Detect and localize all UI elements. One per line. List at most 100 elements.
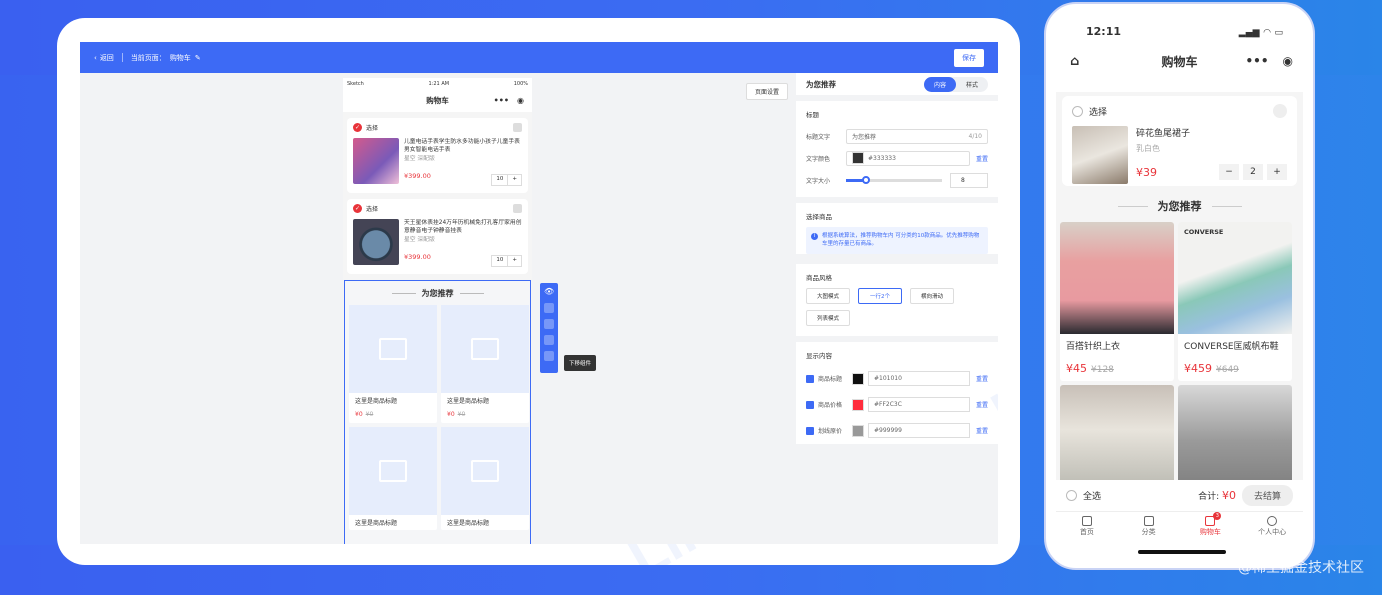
- product-card[interactable]: 这里是商品标题 ¥0 ¥0: [349, 305, 437, 423]
- title-text-input[interactable]: 为您推荐 4/10: [846, 128, 988, 144]
- trash-icon[interactable]: [513, 123, 522, 132]
- tab-cart[interactable]: 3 购物车: [1180, 512, 1242, 541]
- chevron-left-icon: ‹: [94, 53, 97, 62]
- save-button[interactable]: 保存: [954, 48, 984, 67]
- recommend-component[interactable]: 为您推荐 这里是商品标题 ¥0 ¥0 这里是商品标题 ¥0 ¥0 这里是商品标题…: [344, 280, 531, 544]
- reset-button[interactable]: 重置: [976, 154, 988, 163]
- product-spec: 星空 深配版: [404, 155, 435, 162]
- minus-icon[interactable]: −: [1219, 164, 1239, 180]
- style-option[interactable]: 列表模式: [806, 309, 850, 326]
- heading-section: 标题 标题文字 为您推荐 4/10 文字颜色 #333333 重置 文字大小 8: [796, 101, 998, 197]
- grid-icon: [1143, 516, 1154, 526]
- phone-status-bar: 12:11 ▂▄▆ ◠ ▭: [1086, 25, 1283, 38]
- product-card[interactable]: 百搭针织上衣 ¥45 ¥128: [1060, 222, 1174, 381]
- source-watermark: @稀土掘金技术社区: [1238, 560, 1364, 576]
- eye-icon[interactable]: 👁: [544, 287, 554, 297]
- product-image: CONVERSE: [1178, 222, 1292, 334]
- preview-phone: Sketch 1:21 AM 100% 购物车 ••• ◉ ✓ 选择 儿童电话手…: [343, 78, 532, 544]
- image-placeholder-icon: [379, 460, 407, 482]
- reset-button[interactable]: 重置: [976, 374, 988, 383]
- tab-category[interactable]: 分类: [1118, 512, 1180, 541]
- cart-badge: 3: [1213, 512, 1222, 520]
- quantity-stepper[interactable]: − 2 +: [1219, 164, 1287, 180]
- qty-value[interactable]: 10: [492, 256, 507, 266]
- plus-icon[interactable]: +: [507, 256, 521, 266]
- copy-icon[interactable]: [544, 335, 554, 345]
- image-placeholder-icon: [471, 460, 499, 482]
- color-swatch[interactable]: [852, 372, 864, 385]
- page-settings-button[interactable]: 页面设置: [746, 83, 788, 100]
- tab-content[interactable]: 内容: [923, 76, 956, 92]
- product-card[interactable]: 这里是商品标题: [349, 427, 437, 530]
- checked-icon[interactable]: ✓: [353, 204, 362, 213]
- delete-icon[interactable]: [544, 351, 554, 361]
- wifi-icon: ◠: [1263, 28, 1271, 38]
- product-name: 天王星休表挂24万年历机械免打孔客厅家用创意静音电子钟静音挂表: [404, 220, 522, 235]
- font-size-slider[interactable]: [846, 175, 942, 184]
- quantity-stepper[interactable]: 10 +: [491, 174, 522, 186]
- signal-icon: ▂▄▆: [1238, 28, 1260, 38]
- target-icon[interactable]: ◉: [517, 96, 524, 105]
- color-swatch[interactable]: [852, 424, 864, 437]
- slider-handle[interactable]: [862, 175, 871, 184]
- total-price: ¥0: [1221, 488, 1236, 502]
- product-price: ¥39: [1136, 165, 1157, 179]
- product-card[interactable]: 这里是商品标题: [441, 427, 529, 530]
- checkbox[interactable]: [806, 374, 814, 383]
- page-title: 购物车: [1161, 54, 1198, 69]
- qty-value[interactable]: 2: [1243, 164, 1263, 180]
- cart-item[interactable]: 选择 碎花鱼尾裙子 乳白色 ¥39 − 2 +: [1062, 96, 1297, 186]
- product-card[interactable]: 这里是商品标题 ¥0 ¥0: [441, 305, 529, 423]
- more-icon[interactable]: •••: [494, 96, 509, 105]
- move-down-icon[interactable]: [544, 319, 554, 329]
- style-section: 商品风格 大图模式 一行2个 横向滑动 列表模式: [796, 263, 998, 336]
- home-icon[interactable]: ⌂: [1070, 54, 1079, 69]
- style-option[interactable]: 横向滑动: [910, 287, 954, 304]
- qty-value[interactable]: 10: [492, 175, 507, 185]
- edit-icon[interactable]: ✎: [195, 54, 201, 62]
- back-button[interactable]: ‹ 返回: [94, 53, 114, 63]
- product-card[interactable]: [1178, 385, 1292, 480]
- plus-icon[interactable]: +: [507, 175, 521, 185]
- tab-style[interactable]: 样式: [956, 77, 988, 92]
- trash-icon[interactable]: [1273, 104, 1287, 118]
- target-icon[interactable]: ◉: [1283, 54, 1293, 68]
- product-image: [1060, 385, 1174, 480]
- cart-item[interactable]: ✓ 选择 儿童电话手表学生防水多功能小孩子儿童手表男女智能电话手表 星空 深配版…: [347, 118, 528, 193]
- tab-profile[interactable]: 个人中心: [1241, 512, 1303, 541]
- trash-icon[interactable]: [513, 204, 522, 213]
- checked-icon[interactable]: ✓: [353, 123, 362, 132]
- style-option[interactable]: 一行2个: [858, 287, 902, 304]
- cart-item[interactable]: ✓ 选择 天王星休表挂24万年历机械免打孔客厅家用创意静音电子钟静音挂表 星空 …: [347, 199, 528, 274]
- reset-button[interactable]: 重置: [976, 426, 988, 435]
- recommend-title: 为您推荐: [345, 288, 530, 299]
- product-card[interactable]: CONVERSE CONVERSE匡威帆布鞋 ¥459 ¥649: [1178, 222, 1292, 381]
- text-color-input[interactable]: #333333: [846, 150, 970, 166]
- checkbox[interactable]: [806, 400, 814, 409]
- quantity-stepper[interactable]: 10 +: [491, 255, 522, 267]
- font-size-input[interactable]: 8: [950, 172, 988, 188]
- tab-bar: 首页 分类 3 购物车 个人中心: [1056, 511, 1303, 541]
- color-swatch[interactable]: [852, 152, 864, 164]
- info-tip: 根据系统算法，推荐购物车内 可分类的10款商品。优先推荐购物车里的存量已有商品。: [806, 227, 988, 254]
- unchecked-icon[interactable]: [1072, 105, 1083, 117]
- product-image: [353, 138, 399, 184]
- reset-button[interactable]: 重置: [976, 400, 988, 409]
- product-card[interactable]: [1060, 385, 1174, 480]
- style-option[interactable]: 大图模式: [806, 287, 850, 304]
- canvas-area: 页面设置 Sketch 1:21 AM 100% 购物车 ••• ◉ ✓ 选择 …: [80, 73, 796, 544]
- move-up-icon[interactable]: [544, 303, 554, 313]
- product-name: 碎花鱼尾裙子: [1136, 129, 1191, 139]
- tab-home[interactable]: 首页: [1056, 512, 1118, 541]
- tooltip: 下移组件: [564, 355, 597, 371]
- recommend-title: 为您推荐: [1056, 198, 1303, 214]
- phone-content: 选择 碎花鱼尾裙子 乳白色 ¥39 − 2 + 为您推荐 百搭针织上衣 ¥45 …: [1056, 92, 1303, 480]
- plus-icon[interactable]: +: [1267, 164, 1287, 180]
- product-name: 儿童电话手表学生防水多功能小孩子儿童手表男女智能电话手表: [404, 139, 520, 154]
- checkbox[interactable]: [806, 426, 814, 435]
- color-swatch[interactable]: [852, 398, 864, 411]
- select-all-checkbox[interactable]: [1066, 489, 1077, 501]
- more-icon[interactable]: •••: [1246, 54, 1269, 68]
- checkout-button[interactable]: 去结算: [1241, 484, 1293, 506]
- settings-panel: 为您推荐 内容 样式 标题 标题文字 为您推荐 4/10 文字颜色 #33333…: [796, 73, 998, 544]
